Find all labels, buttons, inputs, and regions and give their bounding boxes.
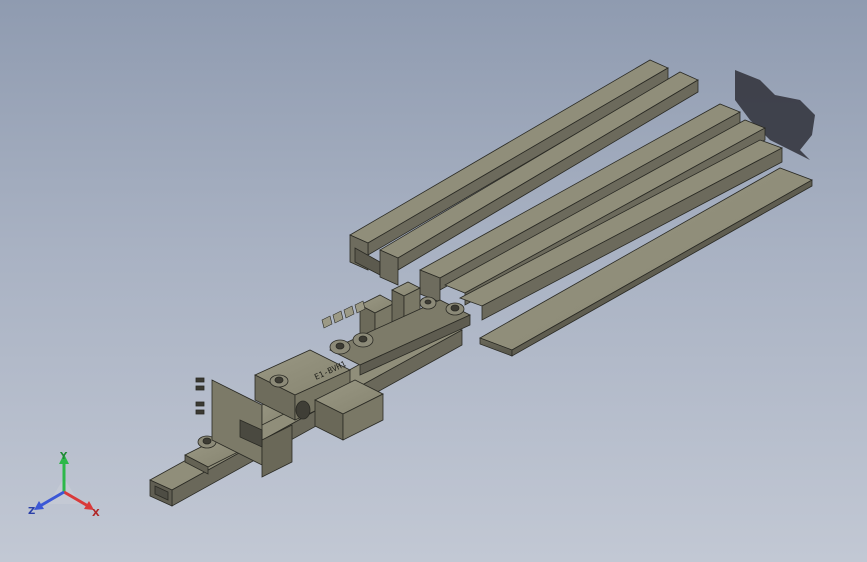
terminal-tabs (321, 300, 366, 329)
orientation-triad[interactable]: Y Z X (26, 448, 106, 522)
graphics-viewport[interactable]: E1-BVH1 Y Z X (0, 0, 867, 562)
connector-pins (195, 377, 205, 415)
cad-model-view[interactable]: E1-BVH1 (0, 0, 867, 562)
z-axis-label: Z (28, 506, 35, 517)
x-axis-label: X (92, 508, 100, 519)
y-axis-label: Y (59, 451, 68, 462)
